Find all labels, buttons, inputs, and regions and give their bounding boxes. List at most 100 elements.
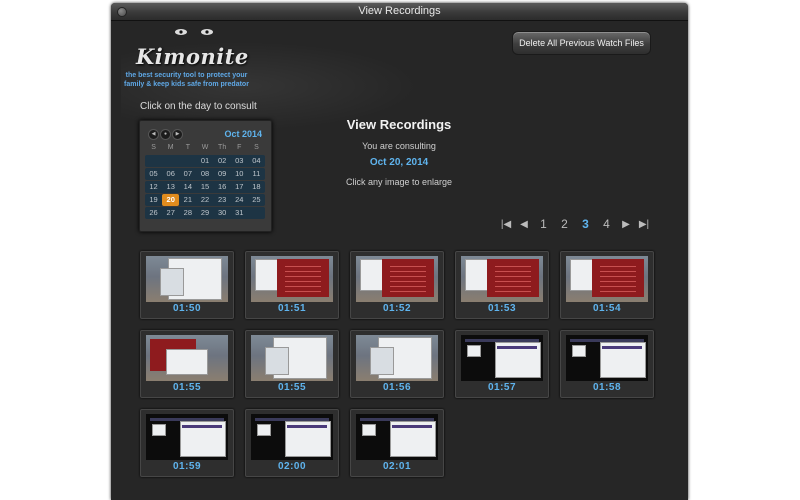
recording-time: 01:53 xyxy=(487,303,517,314)
calendar-day[interactable]: 05 xyxy=(145,168,162,180)
recording-screenshot xyxy=(566,335,648,381)
calendar-day[interactable]: 20 xyxy=(162,194,180,206)
calendar-week-row: 12 13 14 15 16 17 18 xyxy=(145,181,265,193)
previous-month-icon[interactable]: ◀ xyxy=(148,129,159,140)
calendar-day[interactable]: 19 xyxy=(145,194,162,206)
calendar-day[interactable]: 09 xyxy=(214,168,231,180)
recording-time: 01:56 xyxy=(382,382,412,393)
calendar-day[interactable]: 07 xyxy=(179,168,196,180)
calendar-day[interactable]: 29 xyxy=(196,207,213,219)
recording-thumbnail[interactable]: 01:51 xyxy=(245,251,339,319)
recording-time: 02:01 xyxy=(382,461,412,472)
calendar-day[interactable]: 14 xyxy=(179,181,196,193)
last-page-icon[interactable]: ▶| xyxy=(635,219,653,230)
recording-screenshot xyxy=(146,414,228,460)
window-title: View Recordings xyxy=(358,5,441,17)
recording-thumbnail[interactable]: 01:53 xyxy=(455,251,549,319)
calendar-day[interactable]: 24 xyxy=(231,194,248,206)
recording-screenshot xyxy=(146,256,228,302)
calendar-empty-cell xyxy=(179,155,196,167)
page-heading: View Recordings xyxy=(346,117,452,132)
page-4-link[interactable]: 4 xyxy=(596,217,617,231)
recording-time: 01:52 xyxy=(382,303,412,314)
calendar-day[interactable]: 23 xyxy=(214,194,231,206)
calendar-week-row: 26 27 28 29 30 31 xyxy=(145,207,265,219)
recording-thumbnail[interactable]: 01:59 xyxy=(140,409,234,477)
calendar-empty-cell xyxy=(248,207,265,219)
recording-screenshot xyxy=(146,335,228,381)
calendar-day[interactable]: 06 xyxy=(162,168,179,180)
logo-eyes-icon xyxy=(175,29,213,35)
recording-time: 01:59 xyxy=(172,461,202,472)
recording-thumbnail[interactable]: 01:58 xyxy=(560,330,654,398)
page-1-link[interactable]: 1 xyxy=(533,217,554,231)
calendar-day[interactable]: 04 xyxy=(248,155,265,167)
calendar-day[interactable]: 13 xyxy=(162,181,179,193)
recording-screenshot xyxy=(566,256,648,302)
recording-screenshot xyxy=(461,335,543,381)
recording-thumbnail[interactable]: 02:00 xyxy=(245,409,339,477)
calendar-day[interactable]: 27 xyxy=(162,207,179,219)
recording-time: 01:50 xyxy=(172,303,202,314)
pagination: |◀ ◀ 1234 ▶ ▶| xyxy=(497,217,653,231)
recording-thumbnail[interactable]: 01:56 xyxy=(350,330,444,398)
recording-screenshot xyxy=(251,335,333,381)
page-2-link[interactable]: 2 xyxy=(554,217,575,231)
recording-thumbnail[interactable]: 01:55 xyxy=(140,330,234,398)
calendar-week-row: 19 20 21 22 23 24 25 xyxy=(145,194,265,206)
recording-thumbnail[interactable]: 01:52 xyxy=(350,251,444,319)
calendar-day[interactable]: 31 xyxy=(231,207,248,219)
recording-thumbnail[interactable]: 02:01 xyxy=(350,409,444,477)
calendar-day[interactable]: 10 xyxy=(231,168,248,180)
previous-page-icon[interactable]: ◀ xyxy=(515,219,533,230)
calendar-day[interactable]: 26 xyxy=(145,207,162,219)
recording-time: 01:54 xyxy=(592,303,622,314)
weekday-header: T xyxy=(185,144,190,151)
calendar-day[interactable]: 08 xyxy=(196,168,213,180)
delete-all-watch-files-button[interactable]: Delete All Previous Watch Files xyxy=(512,31,651,55)
calendar-day[interactable]: 22 xyxy=(196,194,213,206)
weekday-header: F xyxy=(237,144,242,151)
calendar-day[interactable]: 03 xyxy=(231,155,248,167)
recording-screenshot xyxy=(356,414,438,460)
calendar-day[interactable]: 21 xyxy=(179,194,196,206)
calendar-day[interactable]: 16 xyxy=(214,181,231,193)
calendar-day[interactable]: 12 xyxy=(145,181,162,193)
calendar-day[interactable]: 02 xyxy=(214,155,231,167)
page-3-link[interactable]: 3 xyxy=(575,217,596,231)
next-page-icon[interactable]: ▶ xyxy=(617,219,635,230)
weekday-header: S xyxy=(151,144,156,151)
calendar-instruction: Click on the day to consult xyxy=(140,101,257,112)
calendar-day[interactable]: 01 xyxy=(196,155,213,167)
calendar-days-grid: 01 02 03 04 05 06 07 08 09 10 11 12 13 14 15 16 17 18 19 20… xyxy=(145,155,265,220)
recording-screenshot xyxy=(461,256,543,302)
weekday-header: Th xyxy=(218,144,227,151)
recording-thumbnail[interactable]: 01:50 xyxy=(140,251,234,319)
app-tagline: the best security tool to protect your f… xyxy=(124,72,249,88)
calendar-day[interactable]: 28 xyxy=(179,207,196,219)
main-window: View Recordings Kimonite the best securi… xyxy=(111,3,688,500)
recording-screenshot xyxy=(356,256,438,302)
calendar-day[interactable]: 11 xyxy=(248,168,265,180)
next-month-icon[interactable]: ▶ xyxy=(172,129,183,140)
calendar-day[interactable]: 15 xyxy=(196,181,213,193)
calendar-day[interactable]: 17 xyxy=(231,181,248,193)
recording-screenshot xyxy=(356,335,438,381)
recording-screenshot xyxy=(251,414,333,460)
consulting-label: You are consulting xyxy=(362,141,436,151)
recording-time: 01:58 xyxy=(592,382,622,393)
enlarge-hint: Click any image to enlarge xyxy=(345,177,453,187)
calendar-day[interactable]: 30 xyxy=(214,207,231,219)
today-icon[interactable]: ● xyxy=(160,129,171,140)
weekday-header: W xyxy=(201,144,209,151)
recording-thumbnail[interactable]: 01:55 xyxy=(245,330,339,398)
recording-time: 01:57 xyxy=(487,382,517,393)
calendar-empty-cell xyxy=(145,155,162,167)
calendar-day[interactable]: 18 xyxy=(248,181,265,193)
first-page-icon[interactable]: |◀ xyxy=(497,219,515,230)
recording-thumbnail[interactable]: 01:54 xyxy=(560,251,654,319)
calendar-empty-cell xyxy=(162,155,179,167)
recording-thumbnail[interactable]: 01:57 xyxy=(455,330,549,398)
calendar-day[interactable]: 25 xyxy=(248,194,265,206)
recording-time: 02:00 xyxy=(277,461,307,472)
